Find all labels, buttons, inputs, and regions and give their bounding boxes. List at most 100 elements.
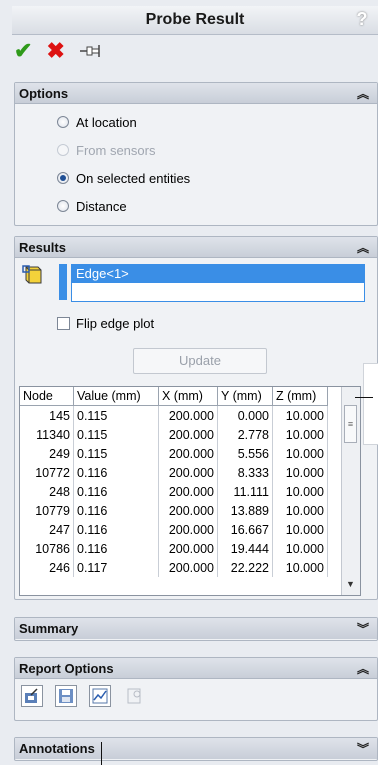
report-options-panel: Report Options ︽	[14, 657, 378, 721]
column-header[interactable]: Y (mm)	[217, 387, 273, 406]
save-icon[interactable]	[55, 685, 77, 707]
flip-edge-plot-checkbox[interactable]	[57, 317, 70, 330]
radio-distance[interactable]	[57, 200, 69, 212]
annotation-pointer-line	[101, 742, 102, 765]
report-options-toolbar	[15, 679, 377, 713]
report-options-header[interactable]: Report Options ︽	[15, 658, 377, 679]
option-on-selected-entities[interactable]: On selected entities	[15, 164, 377, 192]
column-header[interactable]: Value (mm)	[73, 387, 159, 406]
summary-header[interactable]: Summary ︾	[15, 618, 377, 639]
help-icon[interactable]: ?	[354, 9, 370, 29]
y-cell: 5.556	[217, 444, 273, 463]
node-cell: 145	[20, 405, 74, 425]
value-cell: 0.115	[73, 405, 159, 425]
x-cell: 200.000	[158, 482, 218, 501]
annotations-title: Annotations	[19, 741, 95, 756]
table-row[interactable]: 249 0.115 200.000 5.556 10.000	[20, 444, 328, 463]
table-row[interactable]: 247 0.116 200.000 16.667 10.000	[20, 520, 328, 539]
save-as-sensor-icon[interactable]	[21, 685, 43, 707]
options-header[interactable]: Options ︽	[15, 83, 377, 104]
side-callout-box	[363, 363, 378, 445]
table-row[interactable]: 246 0.117 200.000 22.222 10.000	[20, 558, 328, 577]
disabled-report-icon	[123, 685, 145, 707]
scroll-down-arrow-icon[interactable]: ▼	[346, 579, 355, 589]
node-cell: 247	[20, 520, 74, 539]
radio-on-selected-entities[interactable]	[57, 172, 69, 184]
z-cell: 10.000	[272, 520, 328, 539]
node-cell: 10772	[20, 463, 74, 482]
x-cell: 200.000	[158, 405, 218, 425]
annotations-panel: Annotations ︾	[14, 737, 378, 761]
ok-checkmark-icon[interactable]: ✔	[14, 40, 32, 62]
selected-entity[interactable]: Edge<1>	[72, 265, 364, 283]
collapse-chevron-icon[interactable]: ︽	[357, 660, 369, 677]
value-cell: 0.115	[73, 444, 159, 463]
expand-chevron-icon[interactable]: ︾	[357, 620, 369, 637]
table-row[interactable]: 145 0.115 200.000 0.000 10.000	[20, 405, 328, 425]
expand-chevron-icon[interactable]: ︾	[357, 740, 369, 757]
y-cell: 11.111	[217, 482, 273, 501]
x-cell: 200.000	[158, 463, 218, 482]
column-header[interactable]: Z (mm)	[272, 387, 328, 406]
annotations-header[interactable]: Annotations ︾	[15, 738, 377, 759]
option-label: Distance	[76, 198, 127, 214]
collapse-chevron-icon[interactable]: ︽	[357, 85, 369, 102]
summary-panel: Summary ︾	[14, 617, 378, 641]
value-cell: 0.116	[73, 501, 159, 520]
table-row[interactable]: 11340 0.115 200.000 2.778 10.000	[20, 425, 328, 444]
option-from-sensors: From sensors	[15, 136, 377, 164]
results-title: Results	[19, 239, 66, 255]
node-cell: 11340	[20, 425, 74, 444]
flip-edge-plot-row[interactable]: Flip edge plot	[57, 316, 154, 331]
pushpin-icon[interactable]	[79, 42, 103, 60]
results-panel: Results ︽ Edge<1> Flip edge plot Update …	[14, 236, 378, 600]
column-header[interactable]: Node	[20, 387, 74, 406]
table-header-row: Node Value (mm) X (mm) Y (mm) Z (mm)	[20, 387, 328, 406]
results-table[interactable]: Node Value (mm) X (mm) Y (mm) Z (mm) 145…	[19, 386, 361, 596]
table-row[interactable]: 10772 0.116 200.000 8.333 10.000	[20, 463, 328, 482]
action-bar: ✔ ✖	[14, 38, 103, 64]
flip-edge-plot-label: Flip edge plot	[76, 316, 155, 331]
results-header[interactable]: Results ︽	[15, 237, 377, 258]
selection-list[interactable]: Edge<1>	[71, 264, 365, 302]
update-button[interactable]: Update	[133, 348, 267, 374]
radio-at-location[interactable]	[57, 116, 69, 128]
table-row[interactable]: 10786 0.116 200.000 19.444 10.000	[20, 539, 328, 558]
z-cell: 10.000	[272, 425, 328, 444]
table-row[interactable]: 248 0.116 200.000 11.111 10.000	[20, 482, 328, 501]
collapse-chevron-icon[interactable]: ︽	[357, 239, 369, 256]
y-cell: 8.333	[217, 463, 273, 482]
cancel-x-icon[interactable]: ✖	[46, 40, 64, 62]
value-cell: 0.116	[73, 539, 159, 558]
x-cell: 200.000	[158, 425, 218, 444]
value-cell: 0.116	[73, 463, 159, 482]
value-cell: 0.116	[73, 482, 159, 501]
radio-from-sensors	[57, 144, 69, 156]
node-cell: 246	[20, 558, 74, 577]
x-cell: 200.000	[158, 444, 218, 463]
x-cell: 200.000	[158, 539, 218, 558]
x-cell: 200.000	[158, 558, 218, 577]
title-bar: Probe Result ?	[12, 6, 378, 35]
table-scrollbar[interactable]: ≡ ▼	[341, 387, 360, 595]
z-cell: 10.000	[272, 501, 328, 520]
edge-entity-icon	[22, 265, 42, 284]
table-row[interactable]: 10779 0.116 200.000 13.889 10.000	[20, 501, 328, 520]
node-cell: 248	[20, 482, 74, 501]
value-cell: 0.117	[73, 558, 159, 577]
option-at-location[interactable]: At location	[15, 108, 377, 136]
scrollbar-thumb[interactable]: ≡	[344, 405, 357, 443]
value-cell: 0.116	[73, 520, 159, 539]
selection-indicator	[59, 264, 67, 300]
z-cell: 10.000	[272, 539, 328, 558]
options-panel: Options ︽ At location From sensors On se…	[14, 82, 378, 226]
option-distance[interactable]: Distance	[15, 192, 377, 220]
option-label: On selected entities	[76, 170, 191, 186]
x-cell: 200.000	[158, 520, 218, 539]
option-label: At location	[76, 114, 137, 130]
z-cell: 10.000	[272, 444, 328, 463]
option-label: From sensors	[76, 142, 156, 158]
options-title: Options	[19, 85, 69, 101]
column-header[interactable]: X (mm)	[158, 387, 218, 406]
plot-icon[interactable]	[89, 685, 111, 707]
